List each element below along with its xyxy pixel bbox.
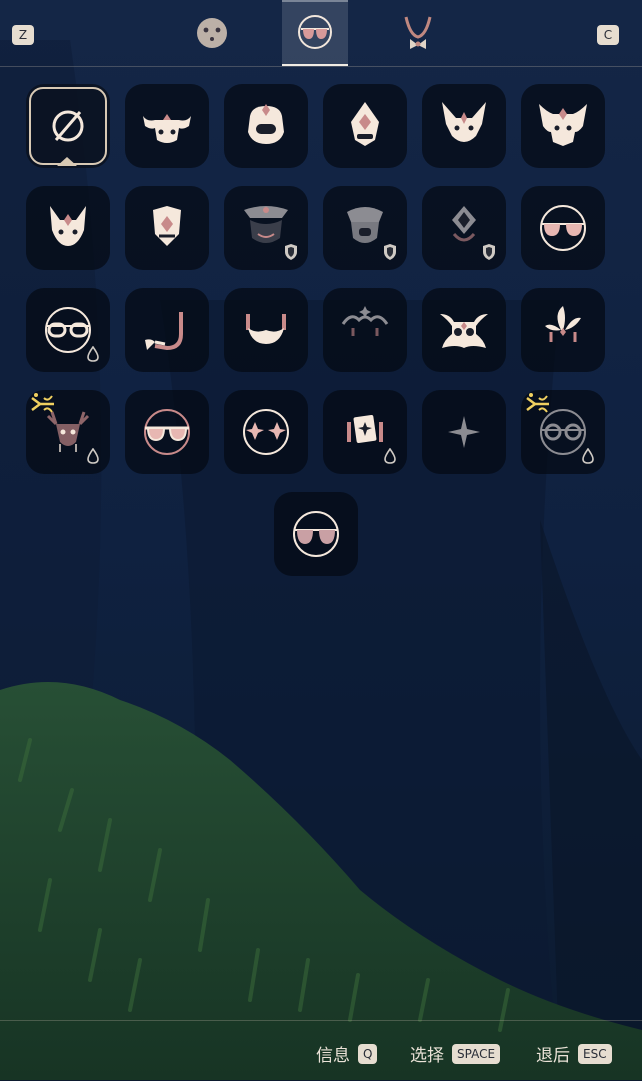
feather-headdress-icon bbox=[545, 306, 581, 342]
mustache-hook-icon bbox=[145, 312, 183, 351]
shield-mask-icon bbox=[153, 206, 181, 246]
info-key: Q bbox=[358, 1043, 378, 1064]
none-icon bbox=[52, 110, 84, 142]
item-slot-pink-glasses[interactable] bbox=[125, 390, 209, 474]
item-slot-beard[interactable] bbox=[224, 288, 308, 372]
item-slot-winged-mask[interactable] bbox=[422, 288, 506, 372]
item-slot-sunglasses[interactable] bbox=[521, 186, 605, 270]
item-slot-shield-mask[interactable] bbox=[125, 186, 209, 270]
prev-category-key[interactable]: Z bbox=[12, 25, 34, 45]
drop-icon bbox=[582, 448, 594, 464]
item-slot-spiral-mustache[interactable] bbox=[323, 288, 407, 372]
shield-icon bbox=[384, 244, 396, 260]
shield-icon bbox=[483, 244, 495, 260]
item-slot-none[interactable] bbox=[26, 84, 110, 168]
demon-mask-icon bbox=[539, 104, 587, 146]
item-slot-demon-mask[interactable] bbox=[521, 84, 605, 168]
info-hint[interactable]: 信息 Q bbox=[316, 1041, 378, 1066]
diamond-mask-icon bbox=[351, 102, 379, 146]
glasses-icon bbox=[298, 15, 332, 49]
necklace-icon bbox=[404, 16, 432, 49]
control-hints-bar: 信息 Q 选择 SPACE 退后 ESC bbox=[0, 1020, 642, 1081]
shield-icon bbox=[285, 244, 297, 260]
selection-indicator bbox=[57, 157, 77, 166]
item-slot-card-mask[interactable] bbox=[323, 390, 407, 474]
item-slot-round-glasses[interactable] bbox=[26, 288, 110, 372]
star-icon bbox=[448, 416, 480, 448]
back-hint[interactable]: 退后 ESC bbox=[536, 1041, 612, 1066]
item-slot-rose-glasses[interactable] bbox=[274, 492, 358, 576]
next-category-key[interactable]: C bbox=[597, 25, 619, 45]
bull-mask-icon bbox=[143, 114, 191, 143]
select-hint[interactable]: 选择 SPACE bbox=[410, 1041, 501, 1066]
item-slot-diamond-mask[interactable] bbox=[323, 84, 407, 168]
item-slot-wire-glasses[interactable] bbox=[521, 390, 605, 474]
sparkle-icon bbox=[31, 393, 54, 413]
tab-face[interactable] bbox=[179, 0, 245, 66]
back-label: 退后 bbox=[536, 1046, 570, 1066]
spiral-mustache-icon bbox=[341, 306, 389, 336]
item-slot-antler-mask[interactable] bbox=[26, 390, 110, 474]
sunglasses-icon bbox=[540, 205, 586, 251]
face-icon bbox=[197, 18, 227, 48]
item-slot-gem-mask[interactable] bbox=[422, 186, 506, 270]
category-tab-bar: Z C bbox=[0, 0, 642, 67]
rose-glasses-icon bbox=[293, 511, 339, 557]
fox-mask-icon bbox=[50, 206, 86, 246]
drop-icon bbox=[87, 346, 99, 362]
tab-necklace[interactable] bbox=[385, 0, 451, 66]
beard-icon bbox=[246, 314, 286, 344]
item-slot-mustache-hook[interactable] bbox=[125, 288, 209, 372]
item-slot-ram-mask[interactable] bbox=[323, 186, 407, 270]
sparkle-icon bbox=[526, 393, 549, 413]
item-slot-bull-mask[interactable] bbox=[125, 84, 209, 168]
drop-icon bbox=[384, 448, 396, 464]
item-slot-horned-mask[interactable] bbox=[422, 84, 506, 168]
item-slot-crown-mask[interactable] bbox=[224, 186, 308, 270]
select-key: SPACE bbox=[452, 1043, 501, 1064]
item-slot-fox-mask[interactable] bbox=[26, 186, 110, 270]
item-slot-feather-headdress[interactable] bbox=[521, 288, 605, 372]
horned-mask-icon bbox=[442, 102, 486, 142]
winged-mask-icon bbox=[440, 314, 488, 348]
info-label: 信息 bbox=[316, 1046, 350, 1066]
back-key: ESC bbox=[578, 1043, 612, 1064]
pink-glasses-icon bbox=[144, 409, 190, 455]
tab-glasses[interactable] bbox=[282, 0, 348, 66]
drop-icon bbox=[87, 448, 99, 464]
item-slot-helmet-mask[interactable] bbox=[224, 84, 308, 168]
item-slot-star[interactable] bbox=[422, 390, 506, 474]
item-slot-star-glasses[interactable] bbox=[224, 390, 308, 474]
helmet-mask-icon bbox=[248, 104, 284, 144]
star-glasses-icon bbox=[243, 409, 289, 455]
select-label: 选择 bbox=[410, 1046, 444, 1066]
